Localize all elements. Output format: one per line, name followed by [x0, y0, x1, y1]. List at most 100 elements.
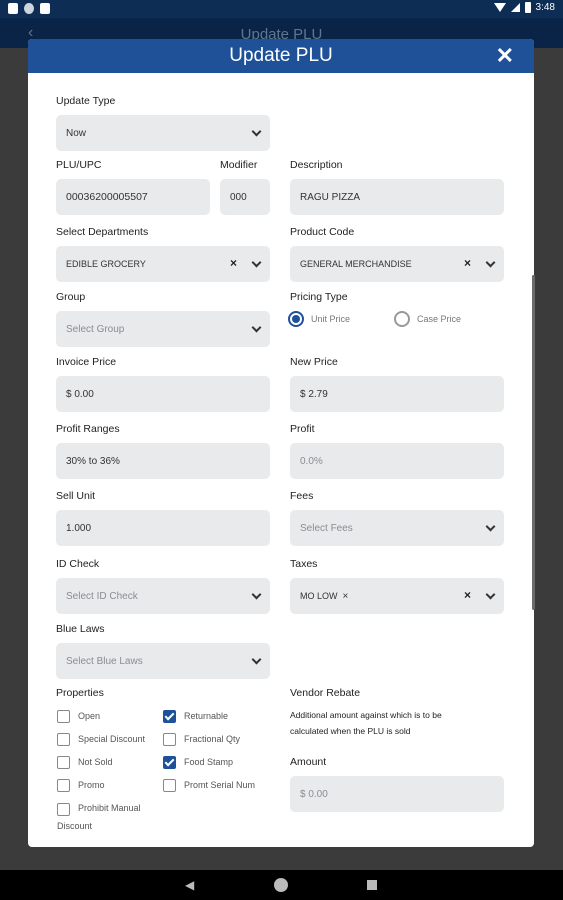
chevron-down-icon: [251, 654, 262, 665]
nav-home-icon[interactable]: [274, 878, 288, 892]
taxes-label: Taxes: [290, 558, 318, 570]
sd-card-icon: [40, 3, 50, 14]
prohibit-manual-discount-checkbox[interactable]: [57, 803, 70, 816]
profit-ranges-input[interactable]: 30% to 36%: [56, 443, 270, 479]
vendor-rebate-note-line1: Additional amount against which is to be: [290, 710, 442, 720]
plu-input[interactable]: 00036200005507: [56, 179, 210, 215]
promo-checkbox[interactable]: [57, 779, 70, 792]
open-label: Open: [78, 711, 101, 721]
wifi-icon: [493, 3, 506, 12]
tag-remove-icon[interactable]: ×: [343, 591, 349, 602]
invoice-price-input[interactable]: $ 0.00: [56, 376, 270, 412]
product-code-select[interactable]: GENERAL MERCHANDISE ×: [290, 246, 504, 282]
profit-ranges-label: Profit Ranges: [56, 423, 120, 435]
chevron-down-icon: [485, 521, 496, 532]
clear-icon[interactable]: ×: [464, 256, 471, 270]
new-price-label: New Price: [290, 356, 338, 368]
blue-laws-select[interactable]: Select Blue Laws: [56, 643, 270, 679]
taxes-tag: MO LOW: [300, 591, 338, 601]
vendor-rebate-note-line2: calculated when the PLU is sold: [290, 726, 411, 736]
group-placeholder: Select Group: [66, 323, 125, 335]
sync-icon: [24, 3, 34, 14]
blue-laws-placeholder: Select Blue Laws: [66, 655, 143, 667]
promo-label: Promo: [78, 780, 105, 790]
returnable-label: Returnable: [184, 711, 229, 721]
id-check-select[interactable]: Select ID Check: [56, 578, 270, 614]
chevron-down-icon: [485, 589, 496, 600]
not-sold-checkbox[interactable]: [57, 756, 70, 769]
unit-price-label: Unit Price: [311, 314, 351, 324]
modifier-label: Modifier: [220, 159, 258, 171]
chevron-down-icon: [251, 126, 262, 137]
vendor-rebate-label: Vendor Rebate: [290, 687, 361, 699]
unit-price-radio[interactable]: [288, 311, 304, 327]
notification-icon: [8, 3, 18, 14]
product-code-label: Product Code: [290, 226, 355, 238]
profit-ranges-value: 30% to 36%: [66, 455, 120, 467]
fractional-qty-label: Fractional Qty: [184, 734, 241, 744]
description-label: Description: [290, 159, 343, 171]
battery-icon: [524, 2, 531, 13]
food-stamp-label: Food Stamp: [184, 757, 234, 767]
promt-serial-num-label: Promt Serial Num: [184, 780, 256, 790]
blue-laws-label: Blue Laws: [56, 623, 105, 635]
sell-unit-label: Sell Unit: [56, 490, 96, 502]
nav-recents-icon[interactable]: [367, 880, 377, 890]
departments-label: Select Departments: [56, 226, 149, 238]
fractional-qty-checkbox[interactable]: [163, 733, 176, 746]
profit-input[interactable]: 0.0%: [290, 443, 504, 479]
prohibit-manual-discount-label: Prohibit Manual: [78, 803, 141, 813]
group-select[interactable]: Select Group: [56, 311, 270, 347]
pricing-type-label: Pricing Type: [290, 291, 348, 303]
clear-icon[interactable]: ×: [230, 256, 237, 270]
special-discount-checkbox[interactable]: [57, 733, 70, 746]
sell-unit-input[interactable]: 1.000: [56, 510, 270, 546]
status-time: 3:48: [535, 2, 555, 13]
modifier-input[interactable]: 000: [220, 179, 270, 215]
case-price-radio[interactable]: [394, 311, 410, 327]
chevron-down-icon: [251, 257, 262, 268]
dialog-header: Update PLU ✕: [28, 39, 534, 73]
profit-label: Profit: [290, 423, 315, 435]
close-icon[interactable]: ✕: [496, 43, 514, 69]
description-value: RAGU PIZZA: [300, 191, 361, 203]
product-code-value: GENERAL MERCHANDISE: [300, 259, 412, 269]
sell-unit-value: 1.000: [66, 522, 92, 534]
update-type-label: Update Type: [56, 95, 116, 107]
promt-serial-num-checkbox[interactable]: [163, 779, 176, 792]
update-type-value: Now: [66, 127, 87, 139]
returnable-checkbox[interactable]: [163, 710, 176, 723]
description-input[interactable]: RAGU PIZZA: [290, 179, 504, 215]
fees-label: Fees: [290, 490, 314, 502]
open-checkbox[interactable]: [57, 710, 70, 723]
food-stamp-checkbox[interactable]: [163, 756, 176, 769]
plu-label: PLU/UPC: [56, 159, 102, 171]
id-check-label: ID Check: [56, 558, 100, 570]
update-type-select[interactable]: Now: [56, 115, 270, 151]
amount-value: $ 0.00: [300, 788, 328, 800]
taxes-select[interactable]: MO LOW × ×: [290, 578, 504, 614]
fees-select[interactable]: Select Fees: [290, 510, 504, 546]
case-price-label: Case Price: [417, 314, 462, 324]
new-price-input[interactable]: $ 2.79: [290, 376, 504, 412]
profit-value: 0.0%: [300, 455, 323, 467]
special-discount-label: Special Discount: [78, 734, 146, 744]
chevron-down-icon: [485, 257, 496, 268]
properties-label: Properties: [56, 687, 104, 699]
invoice-price-label: Invoice Price: [56, 356, 117, 368]
id-check-placeholder: Select ID Check: [66, 590, 138, 602]
vendor-rebate-note: Additional amount against which is to be…: [290, 707, 490, 739]
update-plu-dialog: Update PLU ✕ Update Type Now PLU/UPC 000…: [28, 39, 534, 847]
fees-placeholder: Select Fees: [300, 522, 353, 534]
dialog-title: Update PLU: [229, 45, 333, 66]
invoice-price-value: $ 0.00: [66, 388, 94, 400]
new-price-value: $ 2.79: [300, 388, 328, 400]
amount-input[interactable]: $ 0.00: [290, 776, 504, 812]
scrollbar[interactable]: [532, 275, 535, 610]
nav-back-icon[interactable]: ◀: [185, 878, 194, 892]
clear-icon[interactable]: ×: [464, 588, 471, 602]
departments-value: EDIBLE GROCERY: [66, 259, 146, 269]
signal-icon: [510, 3, 520, 12]
chevron-down-icon: [251, 589, 262, 600]
departments-select[interactable]: EDIBLE GROCERY ×: [56, 246, 270, 282]
